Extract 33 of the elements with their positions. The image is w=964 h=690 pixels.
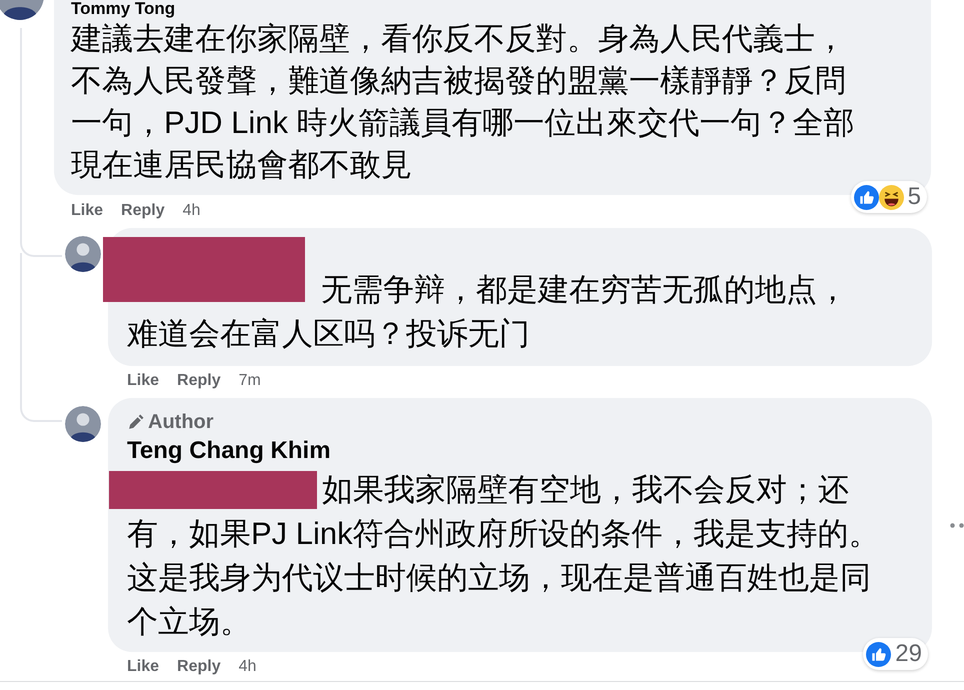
action-link[interactable]: Reply bbox=[177, 372, 221, 390]
pencil-icon bbox=[127, 414, 144, 430]
comment-text: 难道会在富人区吗？投诉无门 bbox=[127, 315, 530, 353]
thumbs-up-icon bbox=[854, 184, 879, 210]
action-link[interactable]: Like bbox=[127, 372, 160, 390]
timestamp[interactable]: 4h bbox=[182, 202, 200, 220]
laughing-face-icon bbox=[878, 184, 904, 210]
comment-text: 如果我家隔壁有空地，我不会反对；还 bbox=[322, 471, 849, 509]
comment-text: 这是我身为代议士时候的立场，现在是普通百姓也是同 bbox=[127, 559, 871, 597]
comment-text: 現在連居民協會都不敢見 bbox=[71, 146, 412, 184]
comment-text: 建議去建在你家隔壁，看你反不反對。身為人民代義士， bbox=[71, 20, 846, 58]
comment-text: 一句，PJD Link 時火箭議員有哪一位出來交代一句？全部 bbox=[71, 104, 855, 142]
comment-text: 不為人民發聲，難道像納吉被揭發的盟黨一樣靜靜？反問 bbox=[71, 62, 846, 100]
thumbs-up-icon bbox=[866, 642, 892, 666]
timestamp[interactable]: 4h bbox=[238, 658, 256, 676]
more-icon[interactable] bbox=[948, 522, 964, 529]
reaction-count[interactable]: 5 bbox=[850, 181, 927, 213]
avatar[interactable] bbox=[65, 406, 101, 442]
comment-text: 有，如果PJ Link符合州政府所设的条件，我是支持的。 bbox=[127, 515, 880, 553]
author-name[interactable]: Tommy Tong bbox=[71, 0, 915, 18]
action-link[interactable]: Reply bbox=[121, 202, 165, 220]
action-link[interactable]: Reply bbox=[177, 658, 221, 676]
reaction-total: 5 bbox=[908, 183, 921, 211]
comment-text: 无需争辩，都是建在穷苦无孤的地点， bbox=[321, 271, 848, 309]
reaction-total: 29 bbox=[895, 640, 922, 668]
comment-text: 个立场。 bbox=[127, 603, 251, 641]
action-link[interactable]: Like bbox=[127, 658, 160, 676]
author-label: Author bbox=[148, 410, 214, 434]
timestamp[interactable]: 7m bbox=[238, 372, 261, 390]
author-name[interactable]: Teng Chang Khim bbox=[127, 434, 916, 468]
avatar[interactable] bbox=[65, 236, 101, 272]
action-link[interactable]: Like bbox=[71, 202, 104, 220]
reaction-count[interactable]: 29 bbox=[863, 638, 928, 670]
